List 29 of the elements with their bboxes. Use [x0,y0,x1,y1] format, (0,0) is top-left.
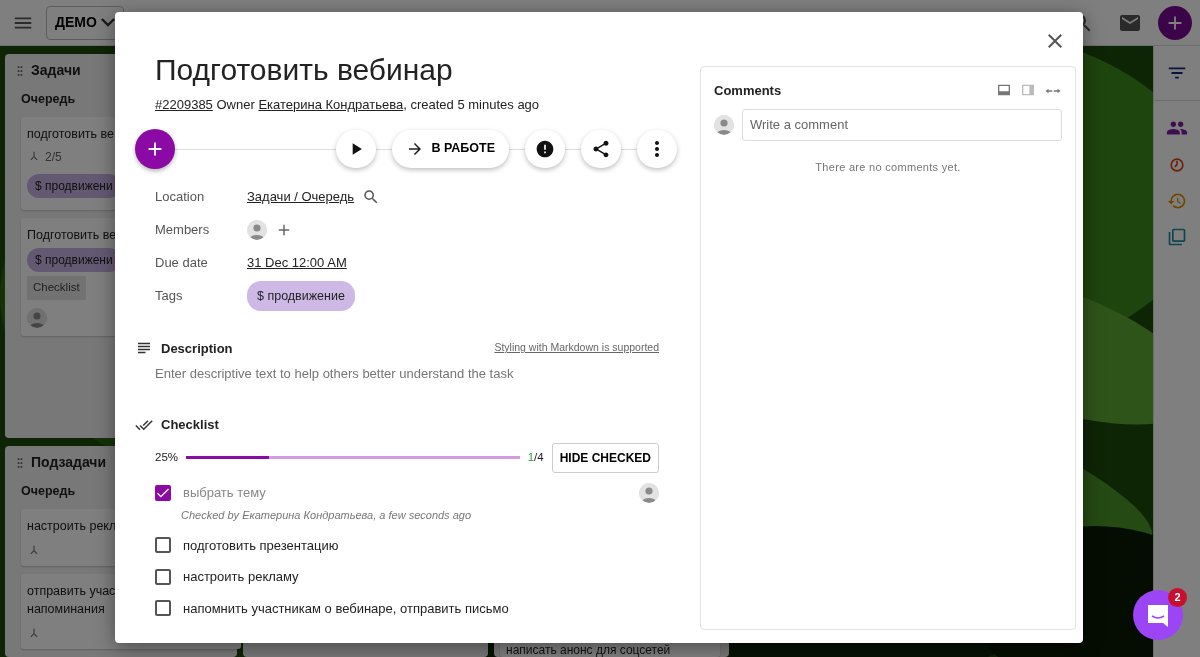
card-title: настроить рекл [27,517,117,535]
column-title: Очередь [21,484,76,498]
checklist-count: 1/4 [527,449,544,465]
card-title: написать анонс для соцсетей [506,643,672,657]
checklist-chip: Checklist [27,276,86,300]
card-title: Подготовить ве [27,226,117,244]
comments-title: Comments [714,82,782,100]
field-label: Location [155,188,206,207]
empty-comments-text: There are no comments yet. [815,160,961,173]
field-label: Due date [155,254,209,273]
field-label: Members [155,221,211,240]
checked-note: Checked by Екатерина Кондратьева, a few seconds ago [181,508,473,524]
checklist-item-text: напомнить участникам о вебинаре, отправить письмо [183,599,509,618]
checklist-item-text: настроить рекламу [183,568,299,587]
list-title: Подзадачи [31,453,107,472]
subtask-count: 2/5 [45,148,62,166]
task-title: Подготовить вебинар [155,52,454,88]
percent-text: 25% [155,449,179,465]
section-title: Description [161,339,233,358]
field-label: Tags [155,287,184,306]
checklist-item-text: выбрать тему [183,484,266,503]
checklist-item-text: подготовить презентацию [183,536,339,555]
owner-label: Owner [216,97,255,112]
list-title: Задачи [31,61,81,80]
section-title: Checklist [161,416,219,434]
card-title: отправить учас напоминания [27,582,117,619]
created-text: , created 5 minutes ago [403,97,540,112]
column-title: Очередь [21,92,76,106]
card-title: подготовить ве [27,125,116,143]
